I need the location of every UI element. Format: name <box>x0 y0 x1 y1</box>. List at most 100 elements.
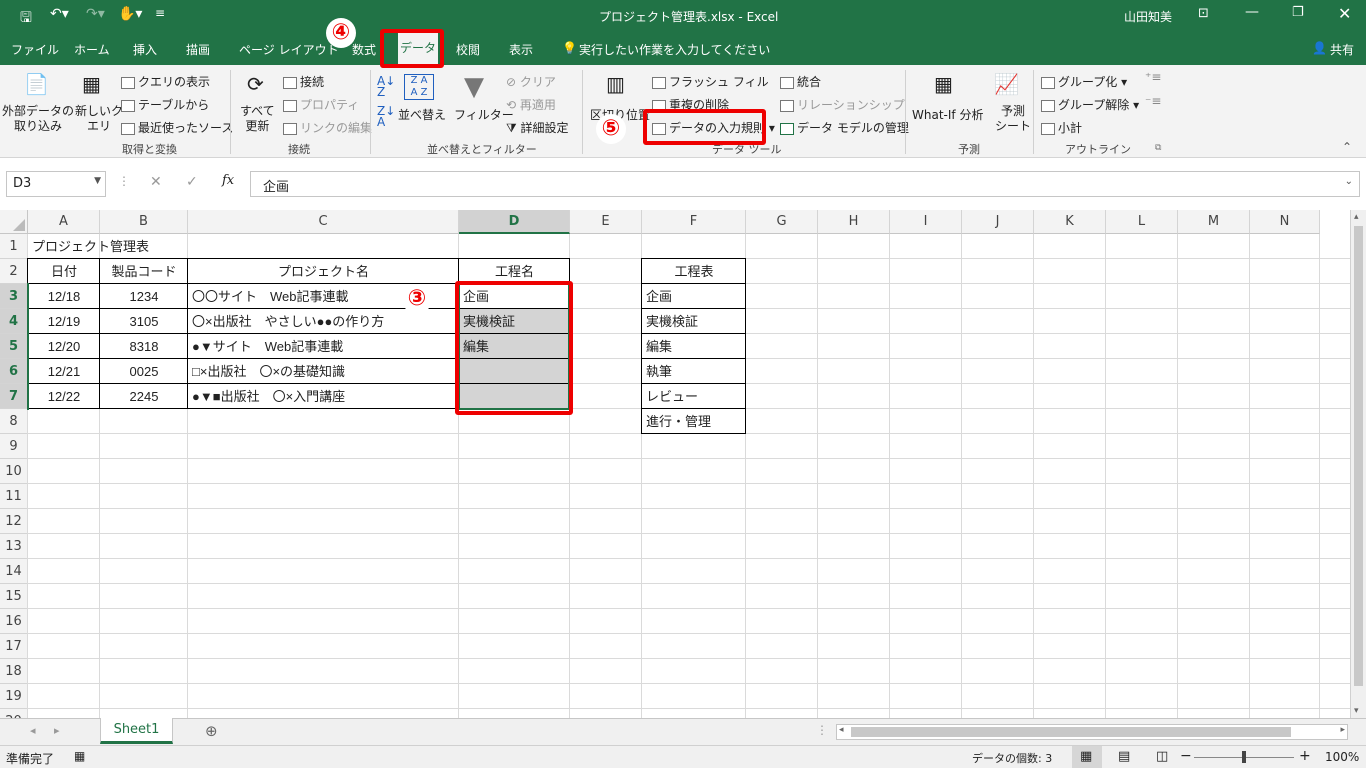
sort-az-icon[interactable]: A↓ Z <box>377 75 395 98</box>
sheet-tab-sheet1[interactable]: Sheet1 <box>100 718 173 744</box>
tab-file[interactable]: ファイル <box>11 41 59 58</box>
restore-icon[interactable]: ❐ <box>1292 5 1304 20</box>
add-sheet-icon[interactable]: ⊕ <box>205 722 218 740</box>
v-scroll-thumb[interactable] <box>1354 226 1363 686</box>
consolidate-button[interactable]: 統合 <box>780 73 821 90</box>
collapse-ribbon-icon[interactable]: ⌃ <box>1342 140 1352 154</box>
from-table-button[interactable]: テーブルから <box>121 96 209 113</box>
zoom-out-icon[interactable]: − <box>1180 748 1192 764</box>
save-icon[interactable]: 🖫 <box>20 7 32 31</box>
sort-za-icon[interactable]: Z↓ A <box>377 105 395 128</box>
row-header-5[interactable]: 5 <box>0 334 28 359</box>
zoom-in-icon[interactable]: + <box>1299 748 1311 764</box>
row-header-8[interactable]: 8 <box>0 409 28 434</box>
expand-formula-icon[interactable]: ⌄ <box>1345 176 1353 187</box>
connections-button[interactable]: 接続 <box>283 73 324 90</box>
prev-sheet-icon[interactable]: ◂ <box>30 724 36 737</box>
row-header-1[interactable]: 1 <box>0 234 28 259</box>
sort-button[interactable]: 並べ替え <box>398 106 446 123</box>
tell-me-box[interactable]: 実行したい作業を入力してください <box>579 41 770 58</box>
vertical-scrollbar[interactable]: ▴ ▾ <box>1350 210 1366 718</box>
scroll-up-icon[interactable]: ▴ <box>1354 212 1359 222</box>
customize-qat-icon[interactable]: ≡ <box>155 6 165 20</box>
ribbon-display-icon[interactable]: ⊡ <box>1198 6 1209 21</box>
relationships-button[interactable]: リレーションシップ <box>780 96 905 113</box>
page-break-view-icon[interactable]: ◫ <box>1156 749 1168 764</box>
subtotal-button[interactable]: 小計 <box>1041 119 1082 136</box>
undo-icon[interactable]: ↶▾ <box>50 6 69 22</box>
touch-mode-icon[interactable]: ✋▾ <box>118 6 142 22</box>
tab-formulas[interactable]: 数式 <box>352 41 376 58</box>
dialog-launcher-icon[interactable]: ⧉ <box>1155 143 1161 153</box>
edit-links-button[interactable]: リンクの編集 <box>283 119 372 136</box>
name-box[interactable]: D3 ▼ <box>6 171 106 197</box>
row-header-6[interactable]: 6 <box>0 359 28 384</box>
tab-insert[interactable]: 挿入 <box>133 41 157 58</box>
forecast-sheet-button[interactable]: 予測 シート <box>995 104 1031 134</box>
show-queries-button[interactable]: クエリの表示 <box>121 73 210 90</box>
splitter-icon[interactable]: ⋮ <box>816 723 828 737</box>
row-header-14[interactable]: 14 <box>0 559 28 584</box>
minimize-icon[interactable]: — <box>1245 4 1259 20</box>
zoom-level[interactable]: 100% <box>1325 750 1359 764</box>
row-header-2[interactable]: 2 <box>0 259 28 284</box>
column-header-F[interactable]: F <box>642 210 746 234</box>
row-header-20[interactable]: 20 <box>0 709 28 718</box>
row-header-9[interactable]: 9 <box>0 434 28 459</box>
whatif-button[interactable]: What-If 分析 <box>912 106 983 123</box>
row-header-3[interactable]: 3 <box>0 284 28 309</box>
cancel-icon[interactable]: ✕ <box>150 174 162 190</box>
new-query-button[interactable]: 新しいク エリ <box>75 104 123 134</box>
column-header-J[interactable]: J <box>962 210 1034 234</box>
advanced-button[interactable]: ⧩ 詳細設定 <box>506 119 569 136</box>
enter-icon[interactable]: ✓ <box>186 174 198 190</box>
hide-detail-icon[interactable]: ⁻≡ <box>1145 94 1161 108</box>
scroll-right-icon[interactable]: ▸ <box>1340 725 1345 735</box>
worksheet-grid[interactable]: ABCDEFGHIJKLMN 1 2 3 4 5 6 7 8 9 10 11 12 13 14 15 16 17… <box>0 210 1350 718</box>
reapply-button[interactable]: ⟲ 再適用 <box>506 96 556 113</box>
column-header-C[interactable]: C <box>188 210 459 234</box>
tab-page-layout[interactable]: ページ レイアウト <box>239 41 339 58</box>
scroll-down-icon[interactable]: ▾ <box>1354 706 1359 716</box>
clear-button[interactable]: ⊘ クリア <box>506 73 556 90</box>
flash-fill-button[interactable]: フラッシュ フィル <box>652 73 769 90</box>
formula-input[interactable]: 企画 ⌄ <box>250 171 1360 197</box>
column-header-M[interactable]: M <box>1178 210 1250 234</box>
close-icon[interactable]: ✕ <box>1338 4 1351 23</box>
share-button[interactable]: 共有 <box>1330 41 1354 58</box>
row-header-12[interactable]: 12 <box>0 509 28 534</box>
column-header-A[interactable]: A <box>28 210 100 234</box>
scroll-left-icon[interactable]: ◂ <box>839 725 844 735</box>
page-layout-view-icon[interactable]: ▤ <box>1118 749 1130 764</box>
next-sheet-icon[interactable]: ▸ <box>54 724 60 737</box>
horizontal-scrollbar[interactable]: ◂ ▸ <box>836 724 1348 740</box>
tab-draw[interactable]: 描画 <box>186 41 210 58</box>
column-header-N[interactable]: N <box>1250 210 1320 234</box>
row-header-19[interactable]: 19 <box>0 684 28 709</box>
data-model-button[interactable]: データ モデルの管理 <box>780 119 909 136</box>
row-header-7[interactable]: 7 <box>0 384 28 409</box>
sheet-title[interactable]: プロジェクト管理表 <box>29 234 152 259</box>
column-header-D[interactable]: D <box>459 210 570 234</box>
insert-function-button[interactable]: fx <box>222 173 234 188</box>
ungroup-button[interactable]: グループ解除 ▾ <box>1041 96 1139 113</box>
row-header-10[interactable]: 10 <box>0 459 28 484</box>
refresh-all-button[interactable]: すべて 更新 <box>240 104 275 134</box>
tab-review[interactable]: 校閲 <box>456 41 480 58</box>
column-header-G[interactable]: G <box>746 210 818 234</box>
user-name[interactable]: 山田知美 <box>1124 8 1172 25</box>
row-header-18[interactable]: 18 <box>0 659 28 684</box>
column-header-K[interactable]: K <box>1034 210 1106 234</box>
macro-record-icon[interactable]: ▦ <box>74 749 85 763</box>
select-all-button[interactable] <box>0 210 28 234</box>
column-header-H[interactable]: H <box>818 210 890 234</box>
row-header-15[interactable]: 15 <box>0 584 28 609</box>
filter-button[interactable]: フィルター <box>454 106 514 123</box>
recent-sources-button[interactable]: 最近使ったソース <box>121 119 233 136</box>
row-header-11[interactable]: 11 <box>0 484 28 509</box>
row-header-17[interactable]: 17 <box>0 634 28 659</box>
column-header-I[interactable]: I <box>890 210 962 234</box>
column-header-B[interactable]: B <box>100 210 188 234</box>
external-data-button[interactable]: 外部データの 取り込み <box>2 104 74 134</box>
row-header-16[interactable]: 16 <box>0 609 28 634</box>
